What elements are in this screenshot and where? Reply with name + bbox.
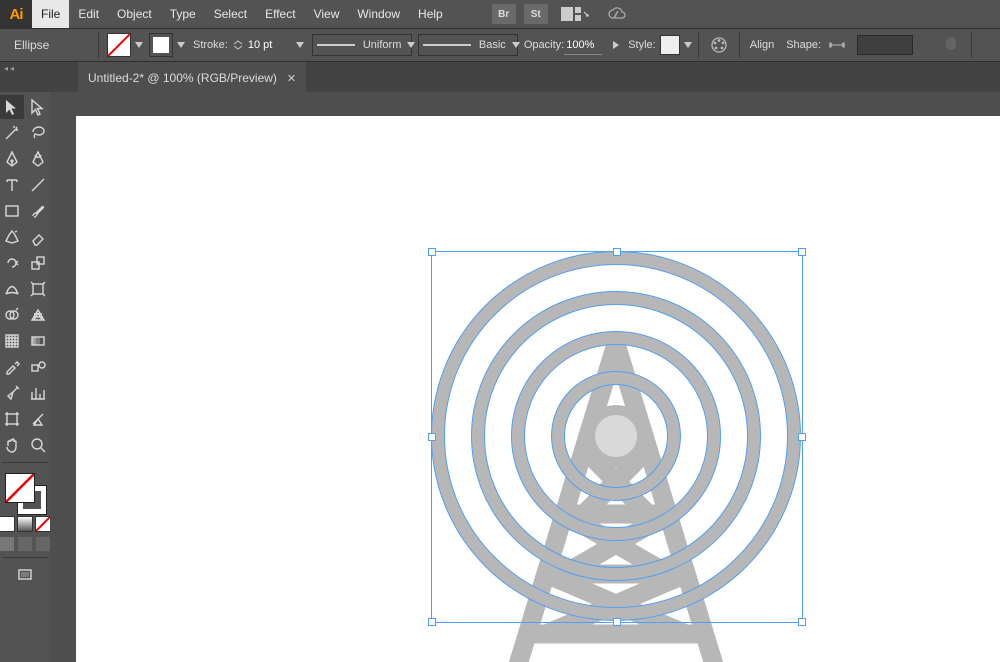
resize-handle-w[interactable]	[428, 433, 436, 441]
color-mode-solid[interactable]	[0, 516, 15, 532]
stroke-dropdown[interactable]	[175, 34, 187, 56]
panel-collapse-gutter[interactable]: ◂◂	[0, 62, 78, 94]
variable-width-profile-dropdown[interactable]: Uniform	[312, 34, 412, 56]
style-label: Style:	[628, 39, 656, 51]
menu-file[interactable]: File	[32, 0, 69, 28]
resize-handle-n[interactable]	[613, 248, 621, 256]
width-tool[interactable]	[0, 277, 24, 301]
rotate-tool[interactable]	[0, 251, 24, 275]
menu-type[interactable]: Type	[161, 0, 205, 28]
menu-view[interactable]: View	[305, 0, 349, 28]
stroke-weight-dropdown[interactable]	[294, 34, 306, 56]
gradient-tool[interactable]	[26, 329, 50, 353]
opacity-dropdown[interactable]	[605, 39, 627, 51]
shape-builder-tool[interactable]	[0, 303, 24, 327]
menu-window[interactable]: Window	[348, 0, 409, 28]
bridge-icon[interactable]: Br	[492, 4, 516, 24]
artboard[interactable]	[76, 116, 1000, 662]
resize-handle-s[interactable]	[613, 618, 621, 626]
document-tab-bar: ◂◂ Untitled-2* @ 100% (RGB/Preview) ✕	[0, 62, 1000, 95]
menu-object[interactable]: Object	[108, 0, 161, 28]
menu-select[interactable]: Select	[205, 0, 256, 28]
fill-swatch[interactable]	[107, 33, 131, 57]
opacity-label: Opacity:	[524, 39, 564, 51]
perspective-grid-tool[interactable]	[26, 303, 50, 327]
hand-tool[interactable]	[0, 433, 24, 457]
lasso-tool[interactable]	[26, 121, 50, 145]
selection-bounding-box[interactable]	[431, 251, 803, 623]
draw-inside[interactable]	[35, 536, 51, 552]
symbol-sprayer-tool[interactable]	[0, 381, 24, 405]
menu-help[interactable]: Help	[409, 0, 452, 28]
stock-icon[interactable]: St	[524, 4, 548, 24]
column-graph-tool[interactable]	[26, 381, 50, 405]
shape-width-icon[interactable]	[825, 33, 849, 57]
stroke-weight-field[interactable]: 10 pt	[246, 36, 284, 54]
line-segment-tool[interactable]	[26, 173, 50, 197]
isolate-mask-icon	[939, 33, 963, 57]
opacity-field[interactable]: 100%	[564, 36, 602, 55]
resize-handle-e[interactable]	[798, 433, 806, 441]
canvas-area[interactable]	[50, 92, 1000, 662]
resize-handle-nw[interactable]	[428, 248, 436, 256]
align-label[interactable]: Align	[750, 39, 774, 51]
tools-panel	[0, 92, 50, 662]
draw-behind[interactable]	[17, 536, 33, 552]
mesh-tool[interactable]	[0, 329, 24, 353]
resize-handle-se[interactable]	[798, 618, 806, 626]
screen-mode-button[interactable]	[13, 563, 37, 587]
gpu-performance-icon[interactable]	[604, 4, 628, 24]
resize-handle-sw[interactable]	[428, 618, 436, 626]
blend-tool[interactable]	[26, 355, 50, 379]
document-tab-label: Untitled-2* @ 100% (RGB/Preview)	[88, 71, 277, 85]
fill-dropdown[interactable]	[133, 34, 145, 56]
free-transform-tool[interactable]	[26, 277, 50, 301]
menu-edit[interactable]: Edit	[69, 0, 108, 28]
options-bar: Ellipse Stroke: 10 pt Uniform Basic Opac…	[0, 28, 1000, 62]
fill-stroke-indicator[interactable]	[3, 471, 47, 515]
slice-tool[interactable]	[26, 407, 50, 431]
resize-handle-ne[interactable]	[798, 248, 806, 256]
color-mode-row	[0, 515, 52, 533]
recolor-artwork-icon[interactable]	[707, 33, 731, 57]
direct-selection-tool[interactable]	[26, 95, 50, 119]
pen-tool[interactable]	[0, 147, 24, 171]
document-tab[interactable]: Untitled-2* @ 100% (RGB/Preview) ✕	[78, 62, 306, 94]
paintbrush-tool[interactable]	[26, 199, 50, 223]
app-logo: Ai	[0, 0, 32, 28]
color-mode-gradient[interactable]	[17, 516, 33, 532]
active-tool-label: Ellipse	[0, 33, 94, 57]
menu-bar: Ai File Edit Object Type Select Effect V…	[0, 0, 1000, 28]
graphic-style-swatch[interactable]	[660, 35, 680, 55]
shape-width-field[interactable]	[857, 35, 913, 55]
graphic-style-dropdown[interactable]	[682, 34, 694, 56]
menu-effect[interactable]: Effect	[256, 0, 304, 28]
rectangle-tool[interactable]	[0, 199, 24, 223]
curvature-tool[interactable]	[26, 147, 50, 171]
artboard-tool[interactable]	[0, 407, 24, 431]
stroke-label: Stroke:	[193, 39, 228, 51]
color-mode-none[interactable]	[35, 516, 51, 532]
shape-label: Shape:	[786, 39, 821, 51]
brush-definition-dropdown[interactable]: Basic	[418, 34, 518, 56]
draw-mode-row	[0, 535, 52, 553]
zoom-tool[interactable]	[26, 433, 50, 457]
magic-wand-tool[interactable]	[0, 121, 24, 145]
eraser-tool[interactable]	[26, 225, 50, 249]
arrange-documents-icon[interactable]	[556, 4, 596, 24]
selection-tool[interactable]	[0, 95, 24, 119]
stroke-weight-stepper[interactable]	[230, 35, 246, 55]
scale-tool[interactable]	[26, 251, 50, 275]
stroke-swatch[interactable]	[149, 33, 173, 57]
type-tool[interactable]	[0, 173, 24, 197]
eyedropper-tool[interactable]	[0, 355, 24, 379]
close-tab-icon[interactable]: ✕	[287, 72, 296, 85]
workspace	[0, 92, 1000, 662]
shaper-tool[interactable]	[0, 225, 24, 249]
draw-normal[interactable]	[0, 536, 15, 552]
